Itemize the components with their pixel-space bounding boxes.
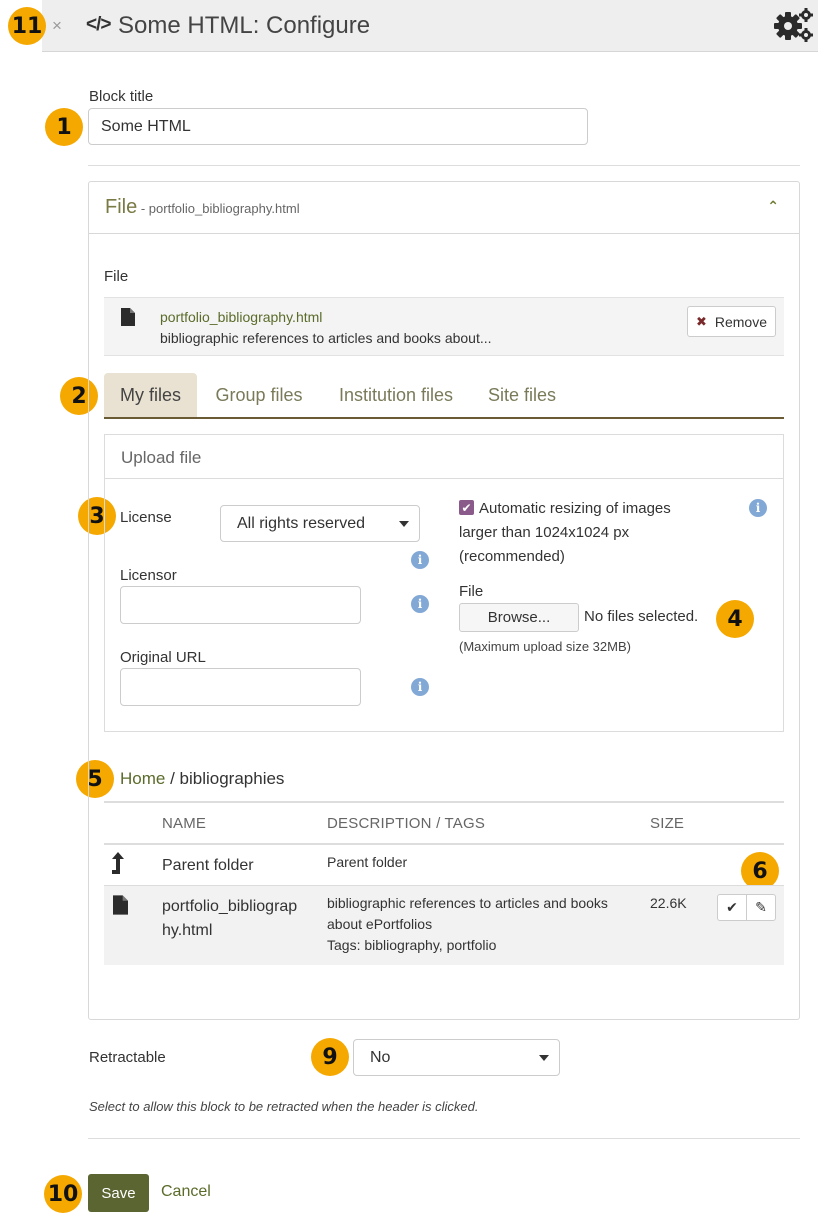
divider [88, 165, 800, 166]
block-title-label: Block title [89, 88, 154, 105]
parent-folder-icon [112, 852, 124, 874]
file-name-line1[interactable]: portfolio_bibliograp [162, 896, 297, 917]
file-name-line2[interactable]: hy.html [162, 920, 212, 941]
panel-title-text: File [105, 196, 138, 218]
callout-11: 11 [8, 7, 46, 45]
remove-label: Remove [714, 313, 768, 330]
retractable-select[interactable]: No [353, 1039, 560, 1076]
resize-label-line2: larger than 1024x1024 px [459, 524, 630, 541]
breadcrumb-separator: / [165, 769, 180, 788]
original-url-label: Original URL [120, 649, 206, 666]
licensor-input[interactable] [120, 586, 361, 624]
no-files-text: No files selected. [584, 608, 699, 625]
selected-file-description: bibliographic references to articles and… [160, 330, 492, 346]
divider [88, 1138, 800, 1139]
tab-group-files[interactable]: Group files [200, 373, 318, 417]
info-icon[interactable]: i [749, 499, 767, 517]
code-icon: </> [86, 14, 112, 35]
resize-checkbox[interactable]: ✔ [459, 500, 474, 515]
tab-my-files[interactable]: My files [104, 373, 197, 417]
edit-button[interactable]: ✎ [746, 894, 776, 921]
file-source-tabs: My files Group files Institution files S… [104, 373, 784, 419]
remove-icon: ✖ [695, 313, 707, 329]
chevron-up-icon[interactable]: ⌃ [767, 198, 779, 215]
retractable-value: No [370, 1048, 391, 1066]
panel-subtitle: - portfolio_bibliography.html [137, 201, 300, 216]
page-title: Some HTML: Configure [118, 12, 371, 39]
parent-folder-link[interactable]: Parent folder [162, 855, 254, 876]
pencil-icon: ✎ [755, 899, 767, 915]
selected-file-row: portfolio_bibliography.html bibliographi… [104, 297, 784, 356]
close-button[interactable]: × [52, 16, 62, 36]
browse-button[interactable]: Browse... [459, 603, 579, 632]
save-button[interactable]: Save [88, 1174, 149, 1212]
info-icon[interactable]: i [411, 678, 429, 696]
caret-down-icon [399, 520, 409, 527]
selected-file-name[interactable]: portfolio_bibliography.html [160, 309, 322, 325]
file-description-line1: bibliographic references to articles and… [327, 895, 608, 911]
breadcrumb-current: bibliographies [179, 769, 285, 788]
resize-label-line1: Automatic resizing of images [479, 500, 671, 517]
tab-site-files[interactable]: Site files [476, 373, 568, 417]
license-select[interactable]: All rights reserved [220, 505, 420, 542]
file-label: File [104, 268, 129, 285]
callout-1: 1 [45, 108, 83, 146]
cancel-link[interactable]: Cancel [161, 1183, 211, 1201]
upload-file-label: File [459, 583, 484, 600]
upload-file-header: Upload file [105, 435, 783, 479]
max-upload-size: (Maximum upload size 32MB) [459, 639, 631, 654]
file-description-line2: about ePortfolios [327, 916, 433, 932]
divider [104, 843, 784, 845]
gears-icon[interactable] [772, 6, 816, 44]
resize-label-line3: (recommended) [459, 548, 565, 565]
retractable-help: Select to allow this block to be retract… [89, 1099, 479, 1114]
license-label: License [120, 509, 172, 526]
select-button[interactable]: ✔ [717, 894, 747, 921]
divider [104, 801, 784, 803]
upload-file-title: Upload file [121, 448, 202, 467]
licensor-label: Licensor [120, 567, 177, 584]
column-header-size: SIZE [650, 815, 685, 832]
license-value: All rights reserved [237, 514, 366, 532]
info-icon[interactable]: i [411, 595, 429, 613]
original-url-input[interactable] [120, 668, 361, 706]
file-size: 22.6K [650, 895, 687, 911]
block-title-input[interactable]: Some HTML [88, 108, 588, 145]
file-panel-header[interactable]: File - portfolio_bibliography.html ⌃ [89, 182, 799, 234]
remove-button[interactable]: ✖ Remove [687, 306, 776, 337]
file-icon [113, 895, 128, 915]
check-icon: ✔ [726, 899, 738, 915]
info-icon[interactable]: i [411, 551, 429, 569]
breadcrumb-home[interactable]: Home [120, 769, 165, 788]
callout-9: 9 [311, 1038, 349, 1076]
column-header-name: NAME [162, 815, 207, 832]
parent-folder-description: Parent folder [327, 854, 408, 870]
column-header-description: DESCRIPTION / TAGS [327, 815, 486, 832]
callout-10: 10 [44, 1175, 82, 1213]
breadcrumb: Home / bibliographies [120, 769, 284, 789]
panel-title: File - portfolio_bibliography.html [105, 196, 300, 219]
file-icon [121, 308, 135, 326]
caret-down-icon [539, 1054, 549, 1061]
tab-institution-files[interactable]: Institution files [324, 373, 468, 417]
file-tags: Tags: bibliography, portfolio [327, 937, 497, 953]
retractable-label: Retractable [89, 1049, 166, 1066]
